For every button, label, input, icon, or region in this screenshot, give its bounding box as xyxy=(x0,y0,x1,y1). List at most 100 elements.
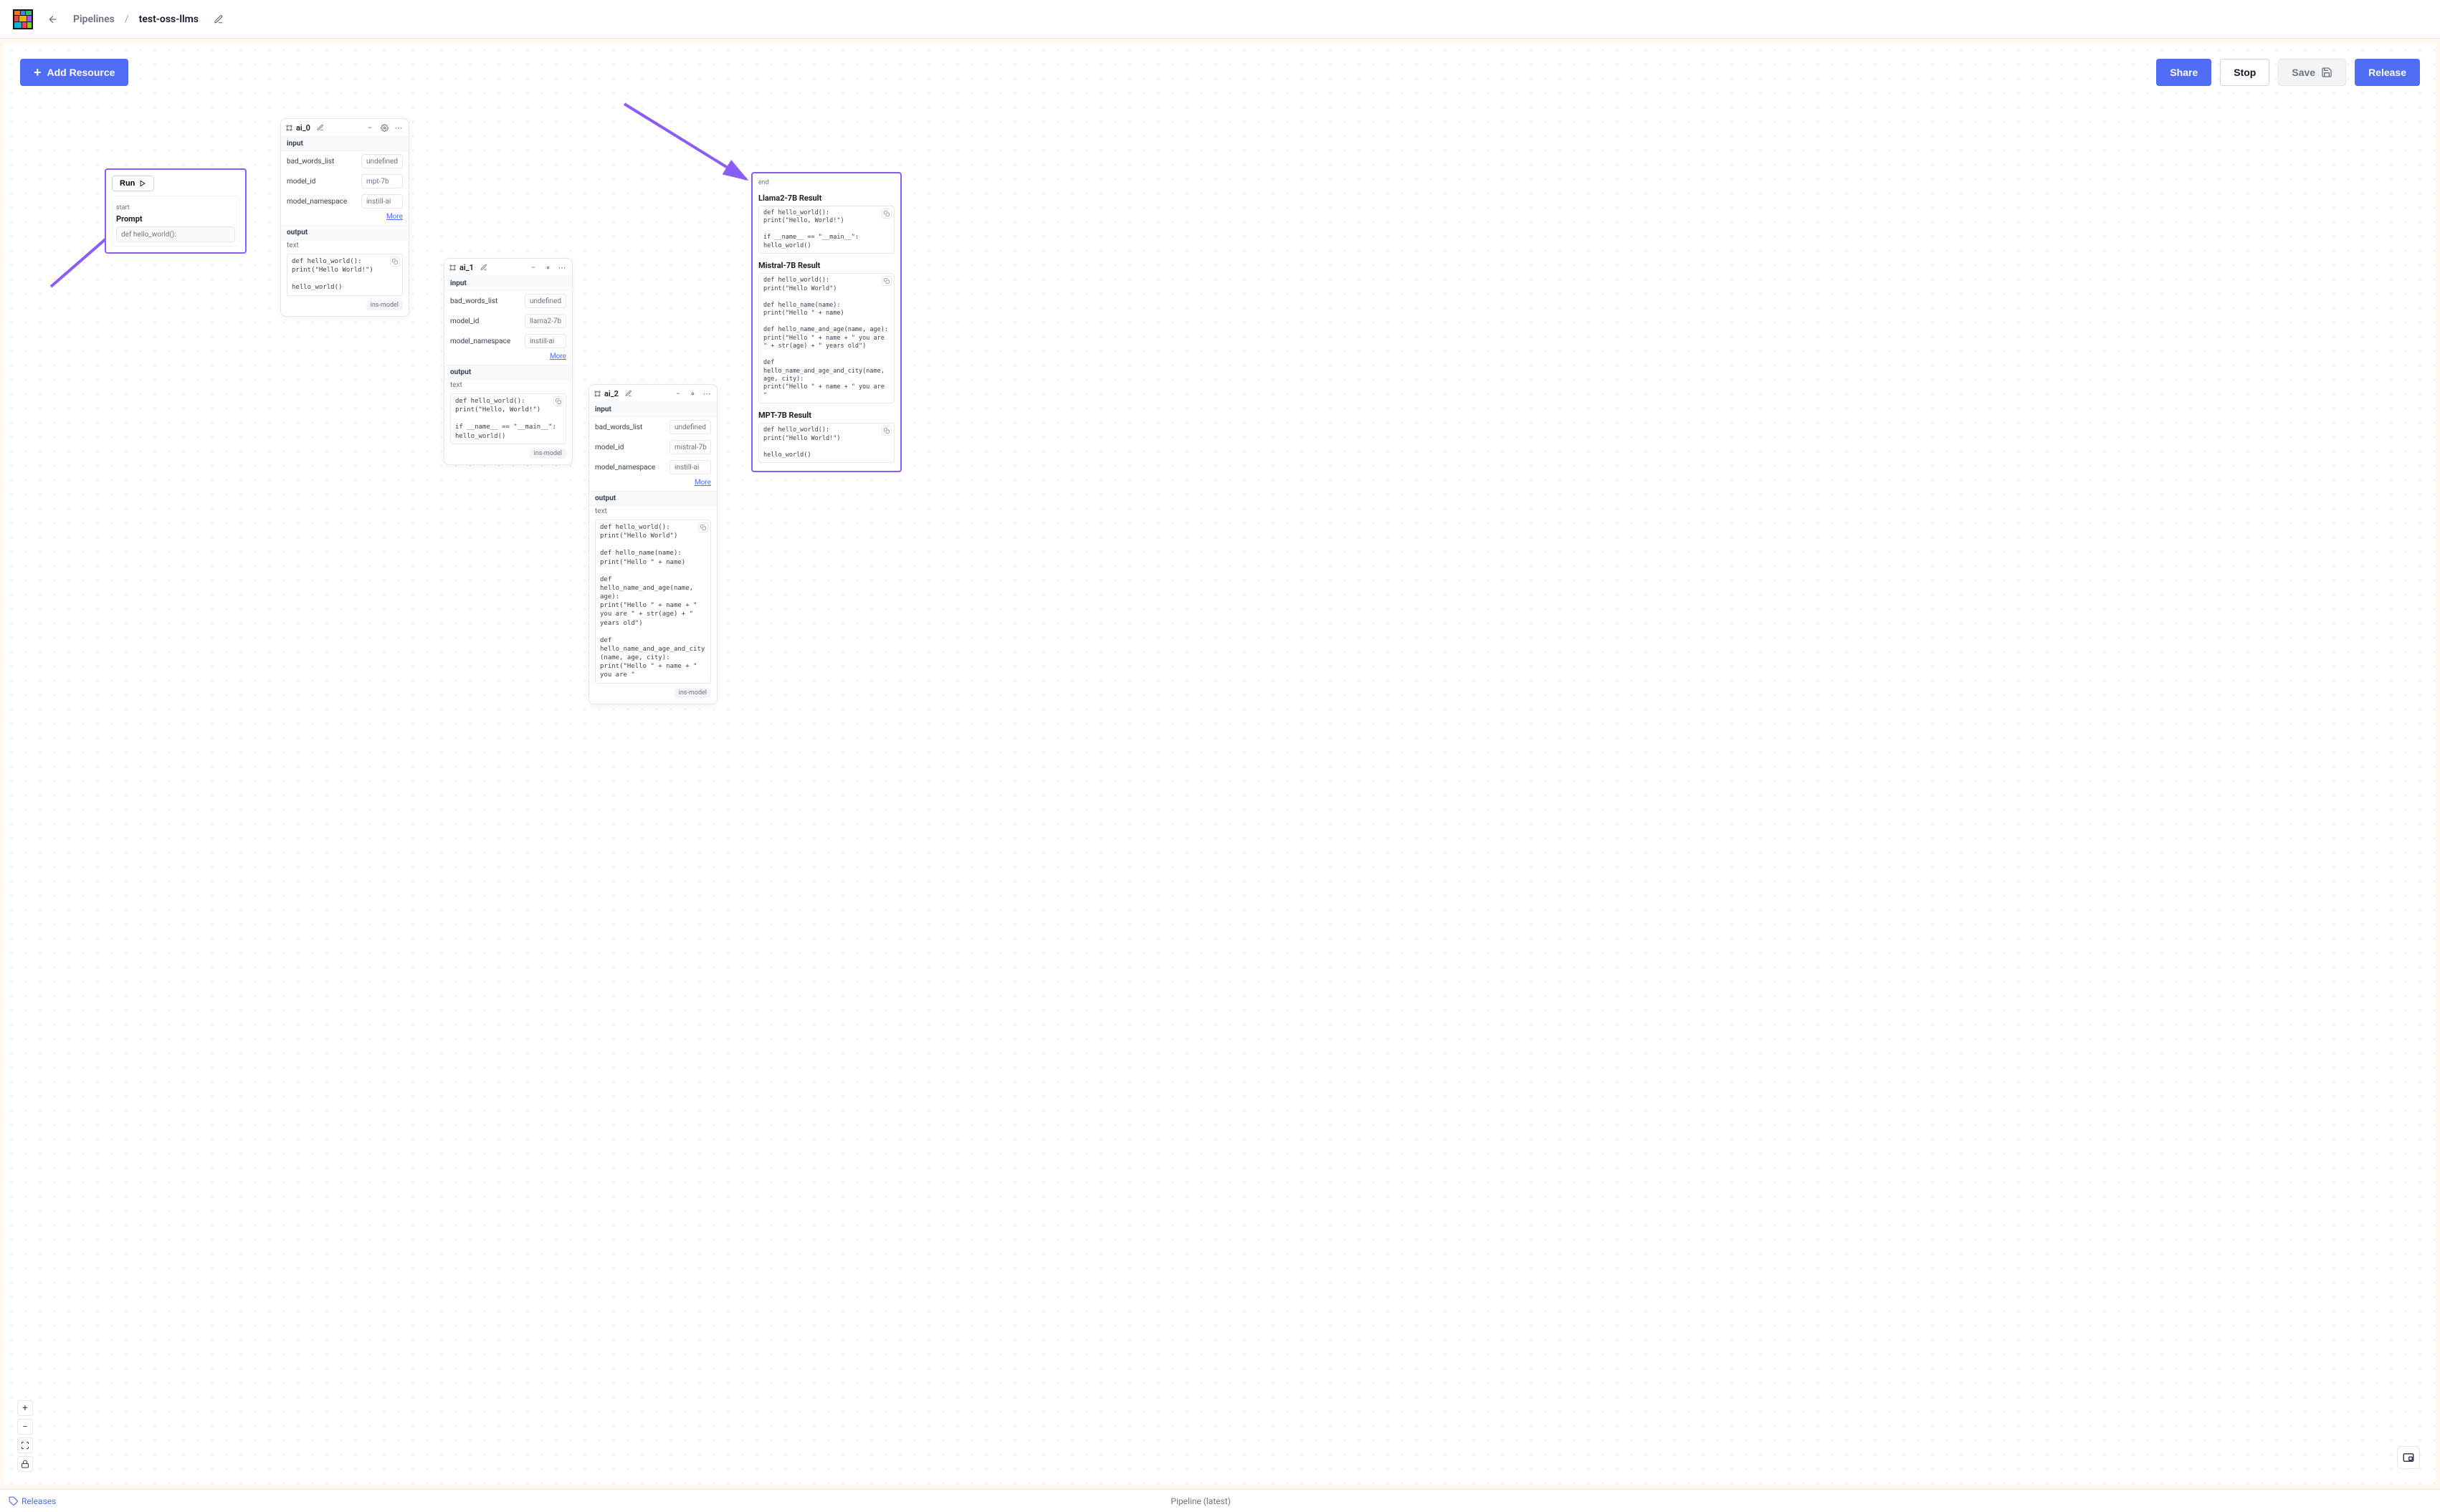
field-value[interactable]: instill-ai xyxy=(361,194,403,209)
output-codebox: def hello_world(): print("Hello World!")… xyxy=(287,254,403,296)
field-key: bad_words_list xyxy=(450,297,520,305)
more-icon[interactable]: ⋯ xyxy=(556,262,568,273)
stop-button[interactable]: Stop xyxy=(2220,59,2269,86)
output-section-label: output xyxy=(444,365,572,380)
copy-icon[interactable] xyxy=(553,396,563,406)
fit-view-button[interactable] xyxy=(17,1437,33,1453)
share-button[interactable]: Share xyxy=(2156,59,2211,86)
minimap-button[interactable] xyxy=(2397,1446,2420,1469)
text-label: text xyxy=(444,380,572,391)
save-label: Save xyxy=(2292,67,2315,78)
field-key: model_id xyxy=(287,178,357,186)
node-ai1-title: ai_1 xyxy=(459,263,474,272)
end-node[interactable]: end Llama2-7B Result def hello_world(): … xyxy=(751,172,902,472)
release-button[interactable]: Release xyxy=(2355,59,2420,86)
ai-icon xyxy=(285,124,293,132)
breadcrumb-sep: / xyxy=(125,14,129,25)
result-title-mpt: MPT-7B Result xyxy=(758,411,895,420)
gear-icon[interactable] xyxy=(542,262,553,273)
save-button[interactable]: Save xyxy=(2278,59,2346,86)
right-actions: Share Stop Save Release xyxy=(2156,59,2420,86)
releases-link[interactable]: Releases xyxy=(9,1496,56,1506)
field-key: model_namespace xyxy=(287,198,357,206)
edit-icon[interactable] xyxy=(478,262,490,273)
lock-button[interactable] xyxy=(17,1456,33,1472)
breadcrumb-root[interactable]: Pipelines xyxy=(73,14,115,25)
copy-icon[interactable] xyxy=(390,257,400,267)
node-ai0[interactable]: ai_0 − ⋯ input bad_words_listundefined m… xyxy=(280,118,409,317)
add-resource-button[interactable]: + Add Resource xyxy=(20,59,128,86)
app-logo[interactable] xyxy=(13,9,33,29)
more-icon[interactable]: ⋯ xyxy=(393,122,404,133)
copy-icon[interactable] xyxy=(882,209,892,219)
text-label: text xyxy=(589,506,717,517)
zoom-in-button[interactable]: + xyxy=(17,1400,33,1416)
model-tag: ins-model xyxy=(530,449,566,459)
edit-icon[interactable] xyxy=(623,388,634,399)
copy-icon[interactable] xyxy=(698,522,708,532)
input-section-label: input xyxy=(444,276,572,291)
minimize-icon[interactable]: − xyxy=(672,388,684,399)
result-title-mistral: Mistral-7B Result xyxy=(758,261,895,270)
end-label: end xyxy=(758,179,895,186)
text-label: text xyxy=(281,240,409,251)
more-link[interactable]: More xyxy=(281,211,409,225)
more-icon[interactable]: ⋯ xyxy=(701,388,713,399)
field-key: model_namespace xyxy=(450,338,520,345)
gear-icon[interactable] xyxy=(378,122,390,133)
model-tag: ins-model xyxy=(366,300,403,310)
prompt-input[interactable]: def hello_world(): xyxy=(116,226,235,242)
topbar: Pipelines / test-oss-llms xyxy=(0,0,2440,39)
zoom-controls: + − xyxy=(17,1400,33,1472)
copy-icon[interactable] xyxy=(882,426,892,436)
back-icon[interactable] xyxy=(46,12,60,27)
bottombar: Releases Pipeline (latest) xyxy=(0,1489,2440,1512)
prompt-label: Prompt xyxy=(116,214,235,224)
start-label: start xyxy=(116,204,235,211)
breadcrumb-current: test-oss-llms xyxy=(139,14,199,25)
more-link[interactable]: More xyxy=(444,351,572,365)
minimize-icon[interactable]: − xyxy=(528,262,539,273)
field-key: model_namespace xyxy=(595,464,665,472)
result-code-llama2: def hello_world(): print("Hello, World!"… xyxy=(758,206,895,254)
canvas-wrap: + Add Resource Share Stop Save Release xyxy=(0,39,2440,1489)
field-value[interactable]: undefined xyxy=(525,294,566,308)
edit-name-icon[interactable] xyxy=(211,12,226,27)
result-code-mistral: def hello_world(): print("Hello World") … xyxy=(758,273,895,403)
plus-icon: + xyxy=(34,66,42,79)
field-value[interactable]: undefined xyxy=(669,420,711,434)
output-section-label: output xyxy=(589,491,717,506)
canvas[interactable]: + Add Resource Share Stop Save Release xyxy=(4,43,2436,1485)
pipeline-version: Pipeline (latest) xyxy=(62,1496,2340,1506)
gear-icon[interactable] xyxy=(687,388,698,399)
tag-icon xyxy=(9,1496,19,1506)
copy-icon[interactable] xyxy=(882,276,892,286)
field-value[interactable]: instill-ai xyxy=(669,460,711,474)
result-code-mpt: def hello_world(): print("Hello World!")… xyxy=(758,423,895,463)
field-key: bad_words_list xyxy=(595,424,665,431)
run-button[interactable]: Run xyxy=(112,176,154,191)
ai-icon xyxy=(449,264,457,272)
input-section-label: input xyxy=(589,402,717,417)
output-section-label: output xyxy=(281,225,409,240)
save-icon xyxy=(2321,67,2332,78)
field-value[interactable]: mpt-7b xyxy=(361,174,403,188)
more-link[interactable]: More xyxy=(589,477,717,491)
field-value[interactable]: llama2-7b xyxy=(525,314,566,328)
output-codebox: def hello_world(): print("Hello World") … xyxy=(595,520,711,684)
model-tag: ins-model xyxy=(675,688,711,698)
node-ai2[interactable]: ai_2 − ⋯ input bad_words_listundefined m… xyxy=(588,384,718,704)
field-value[interactable]: undefined xyxy=(361,154,403,168)
field-value[interactable]: mistral-7b xyxy=(669,440,711,454)
field-key: bad_words_list xyxy=(287,158,357,166)
node-ai0-title: ai_0 xyxy=(296,123,310,133)
start-node[interactable]: Run start Prompt def hello_world(): xyxy=(105,168,247,254)
zoom-out-button[interactable]: − xyxy=(17,1419,33,1435)
edit-icon[interactable] xyxy=(315,122,326,133)
minimize-icon[interactable]: − xyxy=(364,122,376,133)
node-ai1[interactable]: ai_1 − ⋯ input bad_words_list undefined m… xyxy=(444,258,573,465)
ai-icon xyxy=(594,390,601,398)
field-value[interactable]: instill-ai xyxy=(525,334,566,348)
breadcrumb: Pipelines / test-oss-llms xyxy=(73,14,199,25)
play-icon xyxy=(139,180,146,187)
